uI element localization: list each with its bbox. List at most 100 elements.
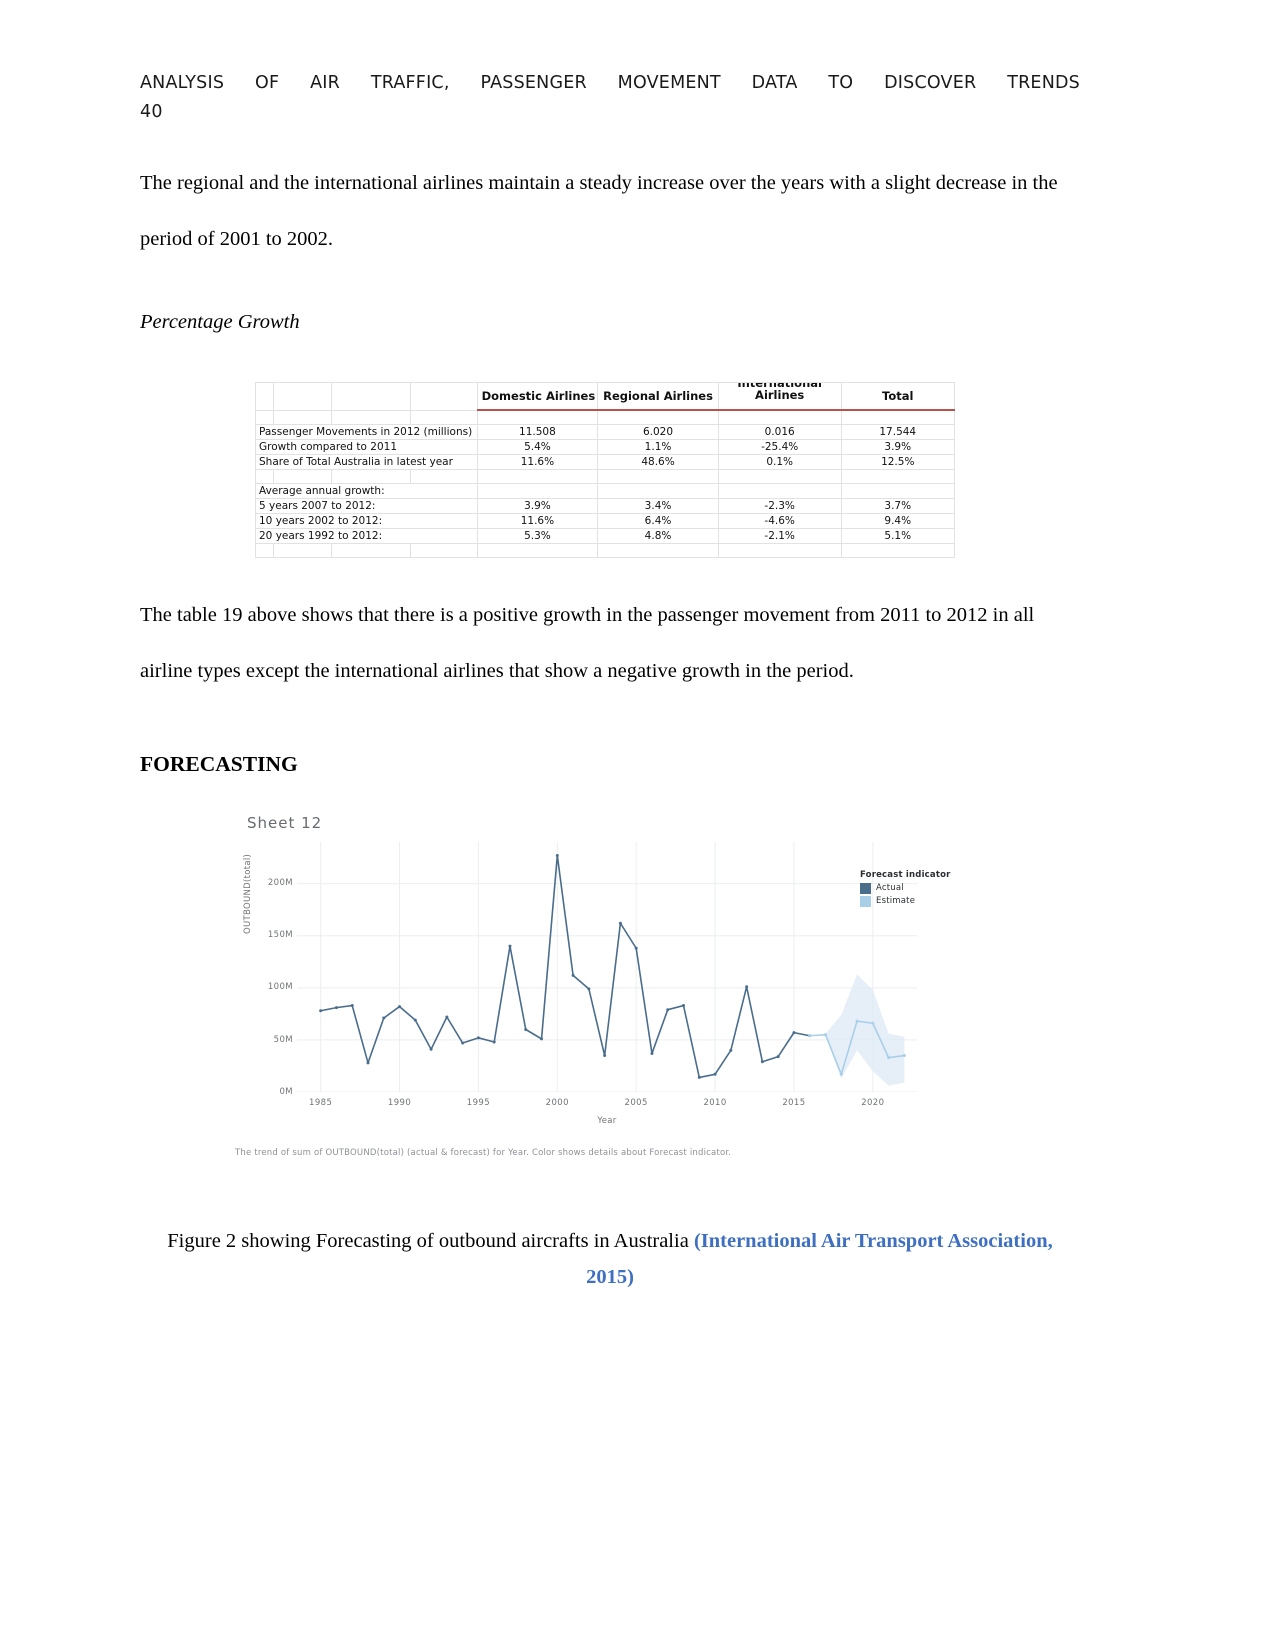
header-word-4: PASSENGER: [480, 73, 587, 93]
cell-5yr-domestic: 3.9%: [476, 498, 599, 515]
spacer-cell: [840, 469, 955, 485]
legend-label-actual: Actual: [876, 883, 904, 894]
spacer-cell: [331, 469, 411, 485]
row-label-5-years: 5 years 2007 to 2012:: [255, 498, 478, 515]
table-corner-cell-b: [272, 382, 333, 411]
column-header-international-airlines: International Airlines: [717, 382, 842, 412]
cell-share-international: 0.1%: [717, 454, 842, 471]
table-corner-cell-c: [331, 382, 411, 411]
table-spacer-row-1: [255, 409, 955, 426]
chart-x-tick-1990: 1990: [387, 1097, 412, 1108]
intl-header-line2: Airlines: [755, 388, 805, 403]
table-group-label-row: Average annual growth:: [255, 483, 955, 500]
spacer-cell: [476, 469, 599, 485]
cell-growth-2011-regional: 1.1%: [597, 439, 719, 456]
table-corner-cell-a: [255, 382, 274, 411]
cell-5yr-total: 3.7%: [840, 498, 955, 515]
spacer-cell: [331, 409, 411, 426]
cell-share-total: 12.5%: [840, 454, 955, 471]
spacer-cell: [409, 543, 478, 559]
spacer-cell: [409, 409, 478, 426]
document-page: ANALYSIS OF AIR TRAFFIC, PASSENGER MOVEM…: [0, 0, 1275, 1650]
chart-x-tick-2020: 2020: [861, 1097, 885, 1108]
row-label-20-years: 20 years 1992 to 2012:: [255, 528, 478, 545]
spacer-cell: [409, 469, 478, 485]
spacer-cell: [272, 409, 333, 426]
header-word-0: ANALYSIS: [140, 73, 225, 93]
table-spacer-row-3: [255, 543, 955, 559]
spacer-cell: [840, 409, 955, 426]
percentage-growth-table: Domestic Airlines Regional Airlines Inte…: [255, 382, 955, 559]
running-header-title: ANALYSIS OF AIR TRAFFIC, PASSENGER MOVEM…: [140, 70, 1080, 97]
cell-passenger-movements-regional: 6.020: [597, 424, 719, 441]
cell-5yr-international: -2.3%: [717, 498, 842, 515]
group-empty-cell: [476, 483, 599, 500]
spacer-cell: [255, 543, 274, 559]
spacer-cell: [255, 469, 274, 485]
figure-caption-text: Figure 2 showing Forecasting of outbound…: [167, 1229, 694, 1252]
chart-x-axis-label: Year: [597, 1115, 617, 1126]
chart-y-tick-200M: 200M: [267, 878, 293, 889]
cell-10yr-total: 9.4%: [840, 513, 955, 530]
chart-y-tick-0M: 0M: [279, 1086, 293, 1097]
legend-label-estimate: Estimate: [876, 896, 916, 907]
table-row: Growth compared to 2011 5.4% 1.1% -25.4%…: [255, 439, 955, 456]
spacer-cell: [476, 409, 599, 426]
heading-forecasting: FORECASTING: [140, 751, 298, 776]
row-label-growth-2011: Growth compared to 2011: [255, 439, 478, 456]
subheading-percentage-growth: Percentage Growth: [140, 310, 300, 333]
header-word-5: MOVEMENT: [617, 73, 721, 93]
table-row: Share of Total Australia in latest year …: [255, 454, 955, 471]
cell-20yr-regional: 4.8%: [597, 528, 719, 545]
chart-legend: Forecast indicator Actual Estimate: [860, 870, 951, 909]
header-word-8: DISCOVER: [884, 73, 977, 93]
chart-y-tick-50M: 50M: [273, 1034, 293, 1045]
spacer-cell: [272, 469, 333, 485]
spacer-cell: [840, 543, 955, 559]
spacer-cell: [717, 469, 842, 485]
row-label-passenger-movements: Passenger Movements in 2012 (millions): [255, 424, 478, 441]
column-header-total: Total: [840, 382, 955, 412]
table-spacer-row-2: [255, 469, 955, 485]
chart-svg: [297, 841, 917, 1092]
cell-20yr-domestic: 5.3%: [476, 528, 599, 545]
legend-title: Forecast indicator: [860, 869, 951, 880]
table-row: 5 years 2007 to 2012: 3.9% 3.4% -2.3% 3.…: [255, 498, 955, 515]
table-row: 20 years 1992 to 2012: 5.3% 4.8% -2.1% 5…: [255, 528, 955, 545]
chart-y-tick-100M: 100M: [267, 982, 293, 993]
group-empty-cell: [717, 483, 842, 500]
cell-passenger-movements-total: 17.544: [840, 424, 955, 441]
page-content: ANALYSIS OF AIR TRAFFIC, PASSENGER MOVEM…: [140, 0, 1080, 1295]
spacer-cell: [717, 409, 842, 426]
row-label-average-annual-growth: Average annual growth:: [255, 483, 478, 500]
chart-x-tick-2005: 2005: [624, 1097, 648, 1108]
chart-title: Sheet 12: [247, 813, 323, 832]
forecast-chart-figure: Sheet 12 OUTBOUND(total) 0M 50M 100M 150M 20…: [235, 814, 995, 1158]
cell-20yr-international: -2.1%: [717, 528, 842, 545]
table-header-row: Domestic Airlines Regional Airlines Inte…: [255, 382, 955, 412]
cell-passenger-movements-domestic: 11.508: [476, 424, 599, 441]
chart-x-tick-2000: 2000: [545, 1097, 569, 1108]
paragraph-table-19-discussion: The table 19 above shows that there is a…: [140, 604, 1035, 683]
group-empty-cell: [840, 483, 955, 500]
legend-item-estimate[interactable]: Estimate: [860, 895, 951, 907]
spacer-cell: [255, 409, 274, 426]
cell-passenger-movements-international: 0.016: [717, 424, 842, 441]
chart-y-axis-ticks: 0M 50M 100M 150M 200M: [253, 842, 293, 1096]
spacer-cell: [331, 543, 411, 559]
cell-20yr-total: 5.1%: [840, 528, 955, 545]
column-header-international-airlines-text: International Airlines: [719, 384, 840, 409]
cell-10yr-domestic: 11.6%: [476, 513, 599, 530]
table-row: 10 years 2002 to 2012: 11.6% 6.4% -4.6% …: [255, 513, 955, 530]
header-word-1: OF: [254, 73, 280, 93]
header-word-7: TO: [828, 73, 854, 93]
header-word-9: TRENDS: [1007, 73, 1080, 93]
percentage-growth-table-figure: Domestic Airlines Regional Airlines Inte…: [255, 382, 955, 559]
running-header: ANALYSIS OF AIR TRAFFIC, PASSENGER MOVEM…: [140, 0, 1080, 126]
table-corner-cell-d: [409, 382, 478, 411]
chart-x-tick-1985: 1985: [309, 1097, 333, 1108]
cell-10yr-regional: 6.4%: [597, 513, 719, 530]
legend-item-actual[interactable]: Actual: [860, 882, 951, 894]
chart-y-tick-150M: 150M: [267, 930, 293, 941]
figure-caption: Figure 2 showing Forecasting of outbound…: [140, 1224, 1080, 1296]
